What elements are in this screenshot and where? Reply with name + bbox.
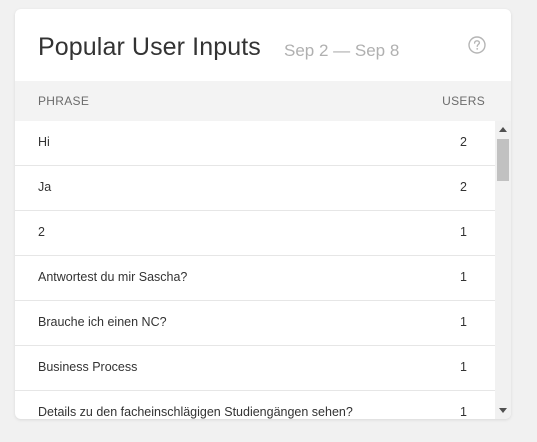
users-cell: 1 <box>460 315 467 329</box>
card-header: Popular User Inputs Sep 2 — Sep 8 <box>15 9 511 81</box>
table-body: Hi 2 Ja 2 2 1 Antwortest du mir Sascha? … <box>15 121 495 419</box>
table-row[interactable]: Ja 2 <box>15 166 495 211</box>
users-cell: 1 <box>460 270 467 284</box>
date-range: Sep 2 — Sep 8 <box>284 41 400 60</box>
scroll-thumb[interactable] <box>497 139 509 181</box>
column-header-users[interactable]: USERS <box>442 94 485 108</box>
table-header: PHRASE USERS <box>15 81 511 121</box>
table-row[interactable]: Business Process 1 <box>15 346 495 391</box>
scroll-up-arrow-icon[interactable] <box>499 127 507 132</box>
phrase-cell: Antwortest du mir Sascha? <box>38 270 188 284</box>
table-row[interactable]: 2 1 <box>15 211 495 256</box>
phrase-cell: Ja <box>38 180 52 194</box>
column-header-phrase[interactable]: PHRASE <box>38 94 89 108</box>
users-cell: 1 <box>460 225 467 239</box>
phrase-cell: Business Process <box>38 360 138 374</box>
table-row[interactable]: Hi 2 <box>15 121 495 166</box>
table-row[interactable]: Details zu den facheinschlägigen Studien… <box>15 391 495 419</box>
card-title: Popular User Inputs <box>38 33 261 61</box>
phrase-cell: Hi <box>38 135 50 149</box>
phrase-cell: 2 <box>38 225 45 239</box>
scroll-down-arrow-icon[interactable] <box>499 408 507 413</box>
popular-user-inputs-card: Popular User Inputs Sep 2 — Sep 8 PHRASE… <box>15 9 511 419</box>
question-circle-icon[interactable] <box>468 36 486 54</box>
users-cell: 2 <box>460 180 467 194</box>
phrase-cell: Details zu den facheinschlägigen Studien… <box>38 405 353 419</box>
phrase-cell: Brauche ich einen NC? <box>38 315 167 329</box>
table-row[interactable]: Brauche ich einen NC? 1 <box>15 301 495 346</box>
users-cell: 2 <box>460 135 467 149</box>
vertical-scrollbar[interactable] <box>495 121 511 419</box>
users-cell: 1 <box>460 360 467 374</box>
users-cell: 1 <box>460 405 467 419</box>
table-row[interactable]: Antwortest du mir Sascha? 1 <box>15 256 495 301</box>
